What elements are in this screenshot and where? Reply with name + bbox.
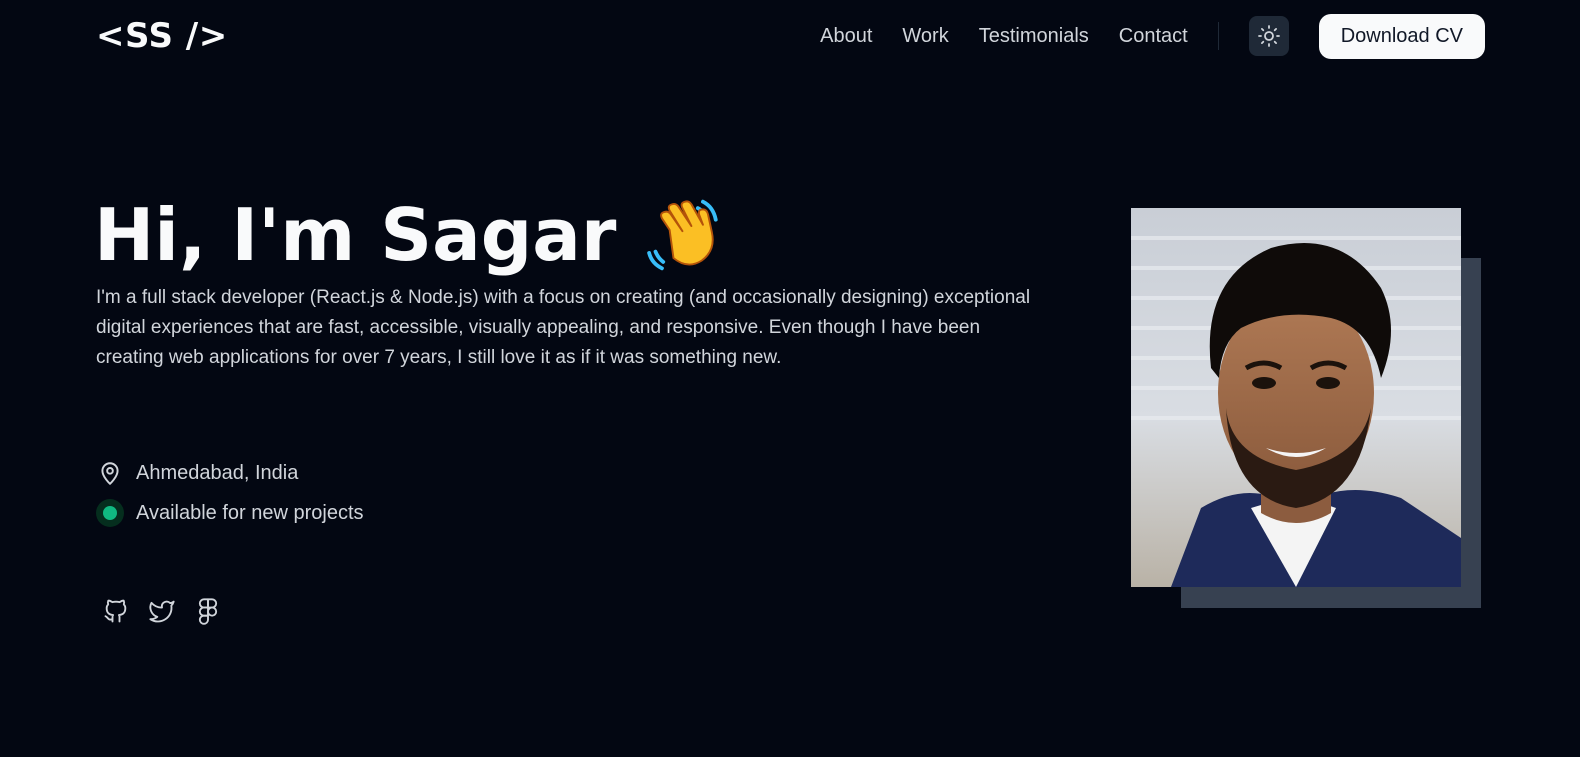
nav-contact[interactable]: Contact xyxy=(1119,26,1188,46)
profile-photo xyxy=(1131,208,1461,587)
github-icon[interactable] xyxy=(100,595,132,627)
site-header: <SS /> About Work Testimonials Contact D… xyxy=(96,12,1485,60)
location-row: Ahmedabad, India xyxy=(96,459,298,487)
availability-text: Available for new projects xyxy=(136,501,364,524)
figma-icon[interactable] xyxy=(192,595,224,627)
theme-toggle-button[interactable] xyxy=(1248,16,1289,56)
waving-hand-icon xyxy=(644,194,726,276)
main-nav: About Work Testimonials Contact xyxy=(820,26,1188,46)
hero-title: Hi, I'm Sagar xyxy=(94,192,726,278)
header-right: About Work Testimonials Contact Download… xyxy=(820,12,1485,60)
download-cv-button[interactable]: Download CV xyxy=(1318,13,1485,59)
sun-icon xyxy=(1257,25,1280,47)
nav-work[interactable]: Work xyxy=(902,26,948,46)
availability-row: Available for new projects xyxy=(96,499,364,527)
hero-title-text: Hi, I'm Sagar xyxy=(94,193,617,277)
status-indicator xyxy=(96,499,124,527)
nav-about[interactable]: About xyxy=(820,26,872,46)
twitter-icon[interactable] xyxy=(146,595,178,627)
status-dot xyxy=(103,506,117,520)
site-logo[interactable]: <SS /> xyxy=(96,19,228,53)
location-text: Ahmedabad, India xyxy=(136,461,299,484)
hero-description: I'm a full stack developer (React.js & N… xyxy=(96,287,1031,368)
portfolio-page: <SS /> About Work Testimonials Contact D… xyxy=(0,0,1580,757)
social-links xyxy=(100,595,224,627)
nav-testimonials[interactable]: Testimonials xyxy=(979,26,1089,46)
nav-divider xyxy=(1217,22,1219,50)
location-pin-icon xyxy=(96,459,124,487)
